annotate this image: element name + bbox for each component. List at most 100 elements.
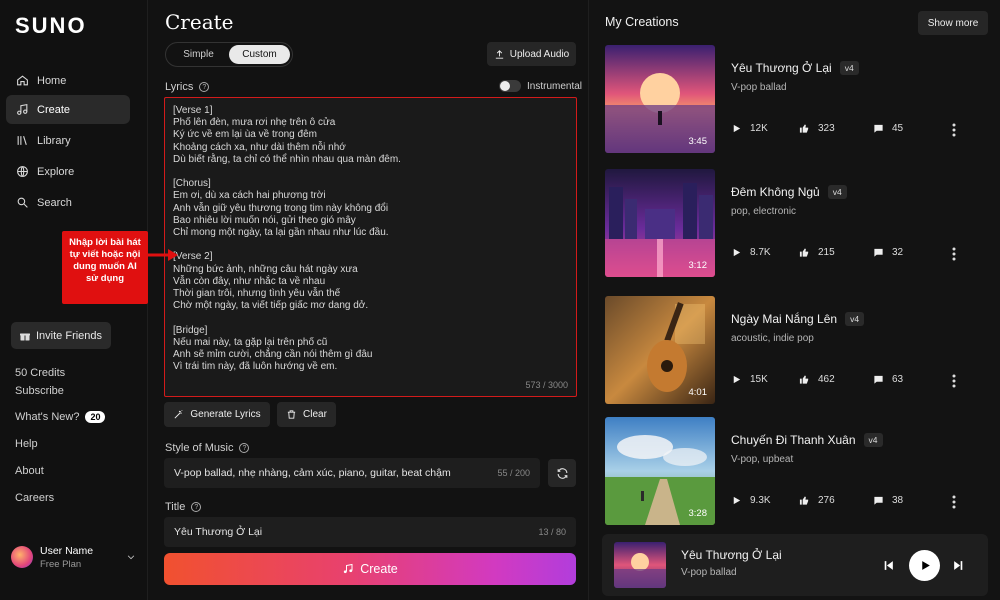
- nav-search-label: Search: [37, 196, 72, 209]
- upload-audio-label: Upload Audio: [509, 48, 570, 60]
- title-char-count: 13 / 80: [538, 527, 566, 537]
- show-more-button[interactable]: Show more: [918, 11, 988, 35]
- likes-value: 215: [818, 247, 835, 258]
- skip-forward-icon: [954, 560, 963, 570]
- home-icon: [17, 75, 28, 86]
- toggle-switch[interactable]: [499, 80, 521, 92]
- nav-home-label: Home: [37, 74, 67, 87]
- comment-icon: [874, 375, 883, 384]
- careers-link[interactable]: Careers: [15, 492, 54, 504]
- nav-search[interactable]: Search: [6, 188, 130, 217]
- song-card[interactable]: 3:28 Chuyến Đi Thanh Xuân v4 V-pop, upbea…: [605, 417, 995, 525]
- upload-audio-button[interactable]: Upload Audio: [487, 42, 576, 66]
- style-char-count: 55 / 200: [497, 468, 530, 478]
- song-title[interactable]: Ngày Mai Nắng Lên: [731, 312, 837, 326]
- song-duration: 4:01: [688, 387, 708, 398]
- comment-icon: [874, 124, 883, 133]
- version-badge: v4: [839, 61, 859, 75]
- comment-icon: [874, 496, 883, 505]
- play-icon: [733, 375, 741, 384]
- song-title[interactable]: Đêm Không Ngủ: [731, 185, 820, 199]
- play-count[interactable]: 8.7K: [731, 247, 771, 258]
- song-card[interactable]: 4:01 Ngày Mai Nắng Lên v4 acoustic, indie…: [605, 296, 995, 404]
- help-icon[interactable]: ?: [239, 443, 250, 453]
- help-link[interactable]: Help: [15, 438, 38, 450]
- magic-wand-icon: [174, 410, 183, 419]
- nav-home[interactable]: Home: [6, 66, 130, 95]
- suno-logo[interactable]: SUNO: [15, 13, 87, 39]
- song-title[interactable]: Yêu Thương Ở Lại: [731, 61, 832, 75]
- nav-library[interactable]: Library: [6, 126, 130, 155]
- create-button[interactable]: Create: [164, 553, 576, 585]
- song-cover-sunset[interactable]: 3:45: [605, 45, 715, 153]
- more-options-icon[interactable]: [952, 374, 956, 388]
- comment-count[interactable]: 38: [873, 495, 903, 506]
- comment-count[interactable]: 63: [873, 374, 903, 385]
- play-circle[interactable]: [909, 549, 940, 581]
- page-title: Create: [165, 10, 234, 34]
- invite-friends-button[interactable]: Invite Friends: [11, 322, 111, 349]
- player-cover[interactable]: [614, 542, 666, 588]
- play-button[interactable]: [909, 534, 940, 596]
- like-count[interactable]: 215: [799, 247, 835, 258]
- credits-text: 50 Credits: [15, 367, 66, 379]
- annotation-callout: Nhập lời bài hát tự viết hoặc nội dung m…: [62, 231, 148, 304]
- song-cover-city[interactable]: 3:12: [605, 169, 715, 277]
- likes-value: 276: [818, 495, 835, 506]
- title-input[interactable]: Yêu Thương Ở Lại 13 / 80: [164, 517, 576, 547]
- subscribe-link[interactable]: Subscribe: [15, 385, 64, 397]
- more-options-icon[interactable]: [952, 123, 956, 137]
- help-icon[interactable]: ?: [191, 502, 202, 512]
- plays-value: 15K: [750, 374, 768, 385]
- player-title[interactable]: Yêu Thương Ở Lại: [681, 548, 782, 562]
- comment-count[interactable]: 45: [873, 123, 903, 134]
- next-button[interactable]: [952, 534, 965, 596]
- mode-toggle: Simple Custom: [165, 42, 293, 67]
- nav-create[interactable]: Create: [6, 95, 130, 124]
- more-options-icon[interactable]: [952, 247, 956, 261]
- clear-label: Clear: [303, 409, 327, 420]
- user-menu[interactable]: User Name Free Plan: [11, 540, 136, 574]
- whats-new-badge: 20: [85, 411, 106, 423]
- generate-lyrics-button[interactable]: Generate Lyrics: [164, 402, 270, 427]
- about-link[interactable]: About: [15, 465, 44, 477]
- like-count[interactable]: 323: [799, 123, 835, 134]
- lyrics-textarea[interactable]: [Verse 1] Phố lên đèn, mưa rơi nhẹ trên …: [164, 97, 577, 397]
- song-style: acoustic, indie pop: [731, 333, 814, 344]
- like-count[interactable]: 462: [799, 374, 835, 385]
- mode-custom-button[interactable]: Custom: [229, 45, 290, 64]
- comment-count[interactable]: 32: [873, 247, 903, 258]
- song-cover-landscape[interactable]: 3:28: [605, 417, 715, 525]
- previous-button[interactable]: [882, 534, 895, 596]
- song-style: V-pop ballad: [731, 82, 787, 93]
- likes-value: 462: [818, 374, 835, 385]
- play-count[interactable]: 12K: [731, 123, 768, 134]
- nav-library-label: Library: [37, 134, 71, 147]
- song-duration: 3:12: [688, 260, 708, 271]
- callout-arrow: [148, 249, 178, 261]
- like-count[interactable]: 276: [799, 495, 835, 506]
- style-input[interactable]: V-pop ballad, nhẹ nhàng, cảm xúc, piano,…: [164, 458, 540, 488]
- instrumental-toggle[interactable]: Instrumental: [499, 80, 582, 92]
- more-options-icon[interactable]: [952, 495, 956, 509]
- thumbs-up-icon: [799, 496, 809, 505]
- style-label: Style of Music: [165, 442, 234, 454]
- song-card[interactable]: 3:12 Đêm Không Ngủ v4 pop, electronic 8.7…: [605, 169, 995, 277]
- play-count[interactable]: 15K: [731, 374, 768, 385]
- play-icon: [733, 496, 741, 505]
- whats-new-link[interactable]: What's New? 20: [15, 411, 106, 423]
- mode-simple-button[interactable]: Simple: [168, 45, 229, 64]
- clear-button[interactable]: Clear: [277, 402, 336, 427]
- song-card[interactable]: 3:45 Yêu Thương Ở Lại v4 V-pop ballad 12K…: [605, 45, 995, 153]
- song-cover-guitar[interactable]: 4:01: [605, 296, 715, 404]
- song-style: pop, electronic: [731, 206, 797, 217]
- comment-icon: [874, 248, 883, 257]
- refresh-icon: [557, 467, 567, 479]
- song-title[interactable]: Chuyến Đi Thanh Xuân: [731, 433, 856, 447]
- create-panel: Create Simple Custom Upload Audio Lyrics…: [148, 0, 588, 600]
- nav-explore[interactable]: Explore: [6, 157, 130, 186]
- help-icon[interactable]: ?: [199, 82, 210, 92]
- shuffle-style-button[interactable]: [548, 459, 576, 487]
- plays-value: 8.7K: [750, 247, 771, 258]
- play-count[interactable]: 9.3K: [731, 495, 771, 506]
